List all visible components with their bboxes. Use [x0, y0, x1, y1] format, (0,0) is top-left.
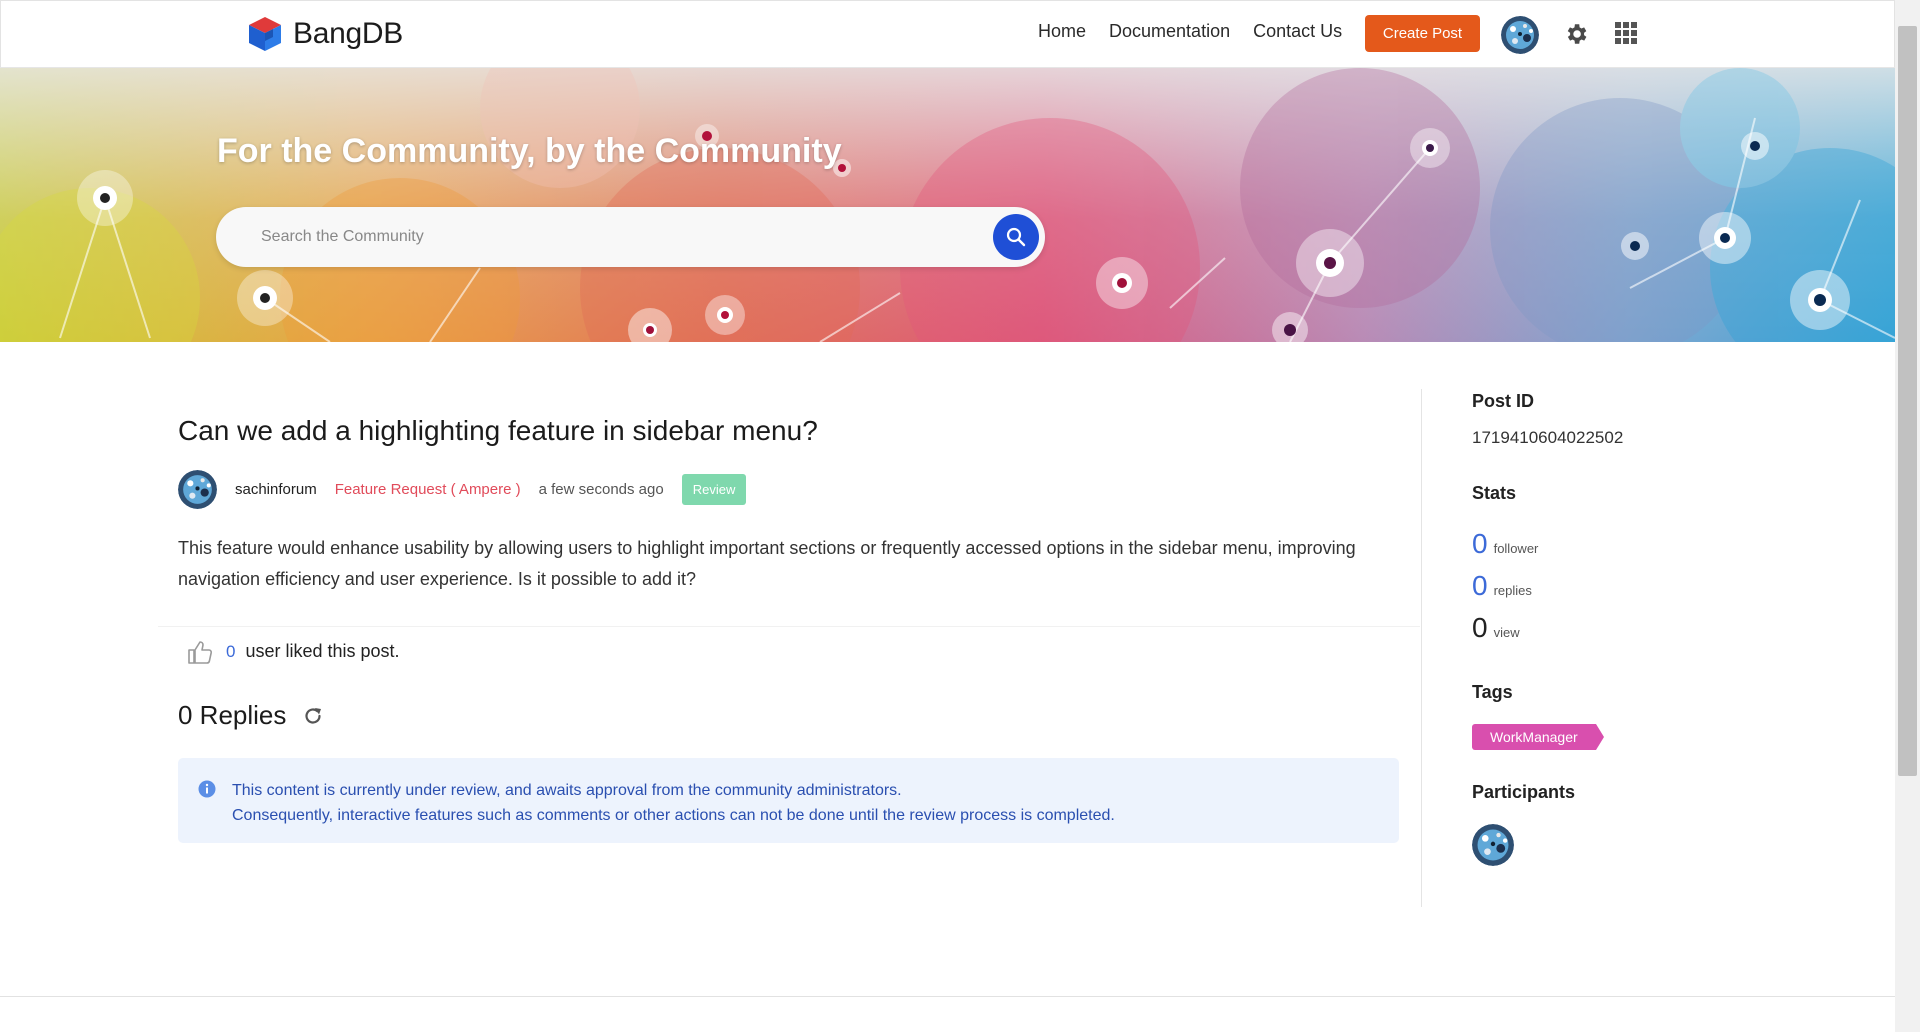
- stat-replies-value[interactable]: 0: [1472, 570, 1488, 602]
- content-divider: [1421, 389, 1422, 907]
- nav-home[interactable]: Home: [1038, 21, 1086, 42]
- search-button[interactable]: [993, 214, 1039, 260]
- stat-followers-label: follower: [1493, 541, 1539, 556]
- page-scrollbar-thumb[interactable]: [1898, 26, 1917, 776]
- review-notice-line-2: Consequently, interactive features such …: [232, 807, 1115, 824]
- post-body: This feature would enhance usability by …: [178, 538, 1356, 589]
- status-badge: Review: [681, 473, 747, 505]
- participants-label: Participants: [1472, 782, 1576, 802]
- stat-followers: 0 follower: [1472, 528, 1538, 560]
- hero-title: For the Community, by the Community: [217, 132, 842, 170]
- post-meta: sachinforum Feature Request ( Ampere ) a…: [178, 469, 747, 509]
- stats-label: Stats: [1472, 483, 1517, 503]
- nav-contact-us[interactable]: Contact Us: [1253, 21, 1342, 42]
- info-icon: [198, 780, 216, 798]
- post-id-value: 1719410604022502: [1472, 428, 1624, 447]
- nav-documentation[interactable]: Documentation: [1109, 21, 1230, 42]
- refresh-icon[interactable]: [302, 705, 324, 727]
- stat-followers-value[interactable]: 0: [1472, 528, 1488, 560]
- main-nav: Home Documentation Contact Us: [1038, 21, 1342, 42]
- search-bar: [216, 207, 1045, 267]
- author-name[interactable]: sachinforum: [235, 481, 317, 498]
- footer-divider: [0, 996, 1895, 997]
- review-notice-line-1: This content is currently under review, …: [232, 782, 902, 799]
- stat-views-label: view: [1493, 625, 1520, 640]
- stat-replies-label: replies: [1493, 583, 1532, 598]
- participant-avatar[interactable]: [1472, 824, 1514, 866]
- post-title: Can we add a highlighting feature in sid…: [178, 415, 818, 446]
- apps-grid-icon[interactable]: [1615, 22, 1637, 44]
- settings-gear-icon[interactable]: [1563, 21, 1589, 47]
- top-navbar: BangDB Home Documentation Contact Us Cre…: [0, 0, 1895, 68]
- replies-header: 0 Replies: [178, 700, 324, 731]
- tag-workmanager[interactable]: WorkManager: [1472, 724, 1604, 750]
- hero-background-image: [0, 68, 1895, 342]
- like-row: 0 user liked this post.: [158, 626, 1420, 676]
- logo-text: BangDB: [293, 17, 403, 50]
- post-id-label: Post ID: [1472, 391, 1535, 411]
- hero-banner: For the Community, by the Community: [0, 68, 1895, 342]
- stat-views-value: 0: [1472, 612, 1488, 643]
- post-category[interactable]: Feature Request ( Ampere ): [335, 481, 521, 498]
- replies-count-label: 0 Replies: [178, 700, 287, 730]
- likes-count: 0: [226, 641, 236, 661]
- stat-replies: 0 replies: [1472, 570, 1532, 602]
- post-time: a few seconds ago: [538, 480, 664, 498]
- create-post-button[interactable]: Create Post: [1365, 15, 1480, 52]
- bangdb-logo-icon: [249, 17, 281, 51]
- user-avatar[interactable]: [1501, 16, 1539, 54]
- author-avatar[interactable]: [178, 469, 217, 509]
- tags-label: Tags: [1472, 682, 1513, 702]
- likes-text: user liked this post.: [245, 641, 400, 661]
- stat-views: 0 view: [1472, 612, 1520, 644]
- search-icon: [1006, 227, 1026, 247]
- thumbs-up-icon[interactable]: [186, 638, 214, 666]
- review-notice: This content is currently under review, …: [178, 758, 1399, 843]
- brand-logo[interactable]: BangDB: [245, 15, 403, 53]
- search-input[interactable]: [261, 207, 961, 267]
